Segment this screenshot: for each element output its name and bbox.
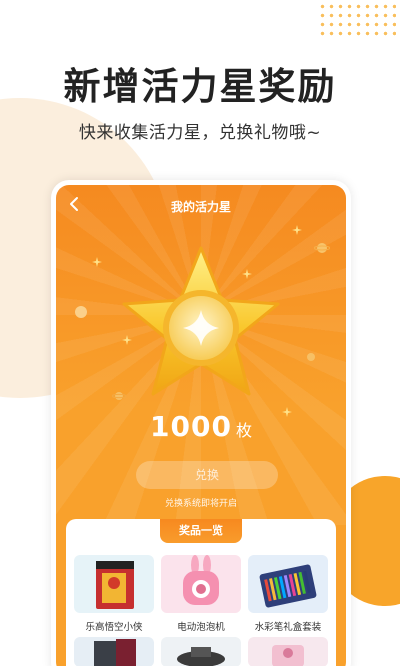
prize-card[interactable]: 电动泡泡机 (161, 555, 241, 633)
screen-title: 我的活力星 (170, 200, 231, 214)
dot-pattern (318, 2, 396, 38)
prize-card[interactable]: 水彩笔礼盒套装 (248, 555, 328, 633)
planet-icon (314, 243, 330, 253)
headline: 新增活力星奖励 (63, 65, 337, 108)
prize-card[interactable] (74, 637, 154, 666)
subheadline: 快来收集活力星，兑换礼物哦~ (78, 123, 322, 143)
prize-image-lego (74, 555, 154, 613)
prize-card[interactable] (248, 637, 328, 666)
prize-name: 电动泡泡机 (177, 622, 225, 633)
prize-section-title: 奖品一览 (160, 519, 242, 543)
redeem-note: 兑换系统即将开启 (164, 499, 237, 509)
prize-image-marker-set (248, 555, 328, 613)
star-badge (116, 240, 286, 405)
coin-count: 1000 (150, 410, 232, 443)
prize-image (248, 637, 328, 666)
prize-name: 乐高悟空小侠 (85, 622, 143, 633)
sparkle-icon (292, 225, 302, 235)
prize-card[interactable]: 乐高悟空小侠 (74, 555, 154, 633)
coin-unit: 枚 (235, 421, 252, 440)
prize-image-bubble-machine (161, 555, 241, 613)
prize-name: 水彩笔礼盒套装 (254, 622, 322, 633)
prize-image (74, 637, 154, 666)
phone-mockup: 我的活力星 1000 枚 兑换 兑换系统即将开启 奖品一览 乐高悟空小侠 电动泡… (51, 180, 351, 666)
nav-bar: 我的活力星 (56, 185, 346, 225)
star-icon (122, 246, 280, 396)
promo-page: 新增活力星奖励 快来收集活力星，兑换礼物哦~ 我的活力星 1000 枚 兑换 兑… (0, 0, 400, 666)
coin-balance: 1000 枚 (56, 410, 346, 443)
sparkle-icon (92, 257, 102, 267)
planet-icon (75, 306, 87, 318)
prize-panel: 奖品一览 乐高悟空小侠 电动泡泡机 水彩笔礼盒套装 (66, 519, 336, 666)
prize-card[interactable] (161, 637, 241, 666)
app-screen: 我的活力星 1000 枚 兑换 兑换系统即将开启 奖品一览 乐高悟空小侠 电动泡… (56, 185, 346, 666)
prize-image (161, 637, 241, 666)
planet-icon (307, 353, 315, 361)
redeem-button[interactable]: 兑换 (136, 461, 278, 489)
